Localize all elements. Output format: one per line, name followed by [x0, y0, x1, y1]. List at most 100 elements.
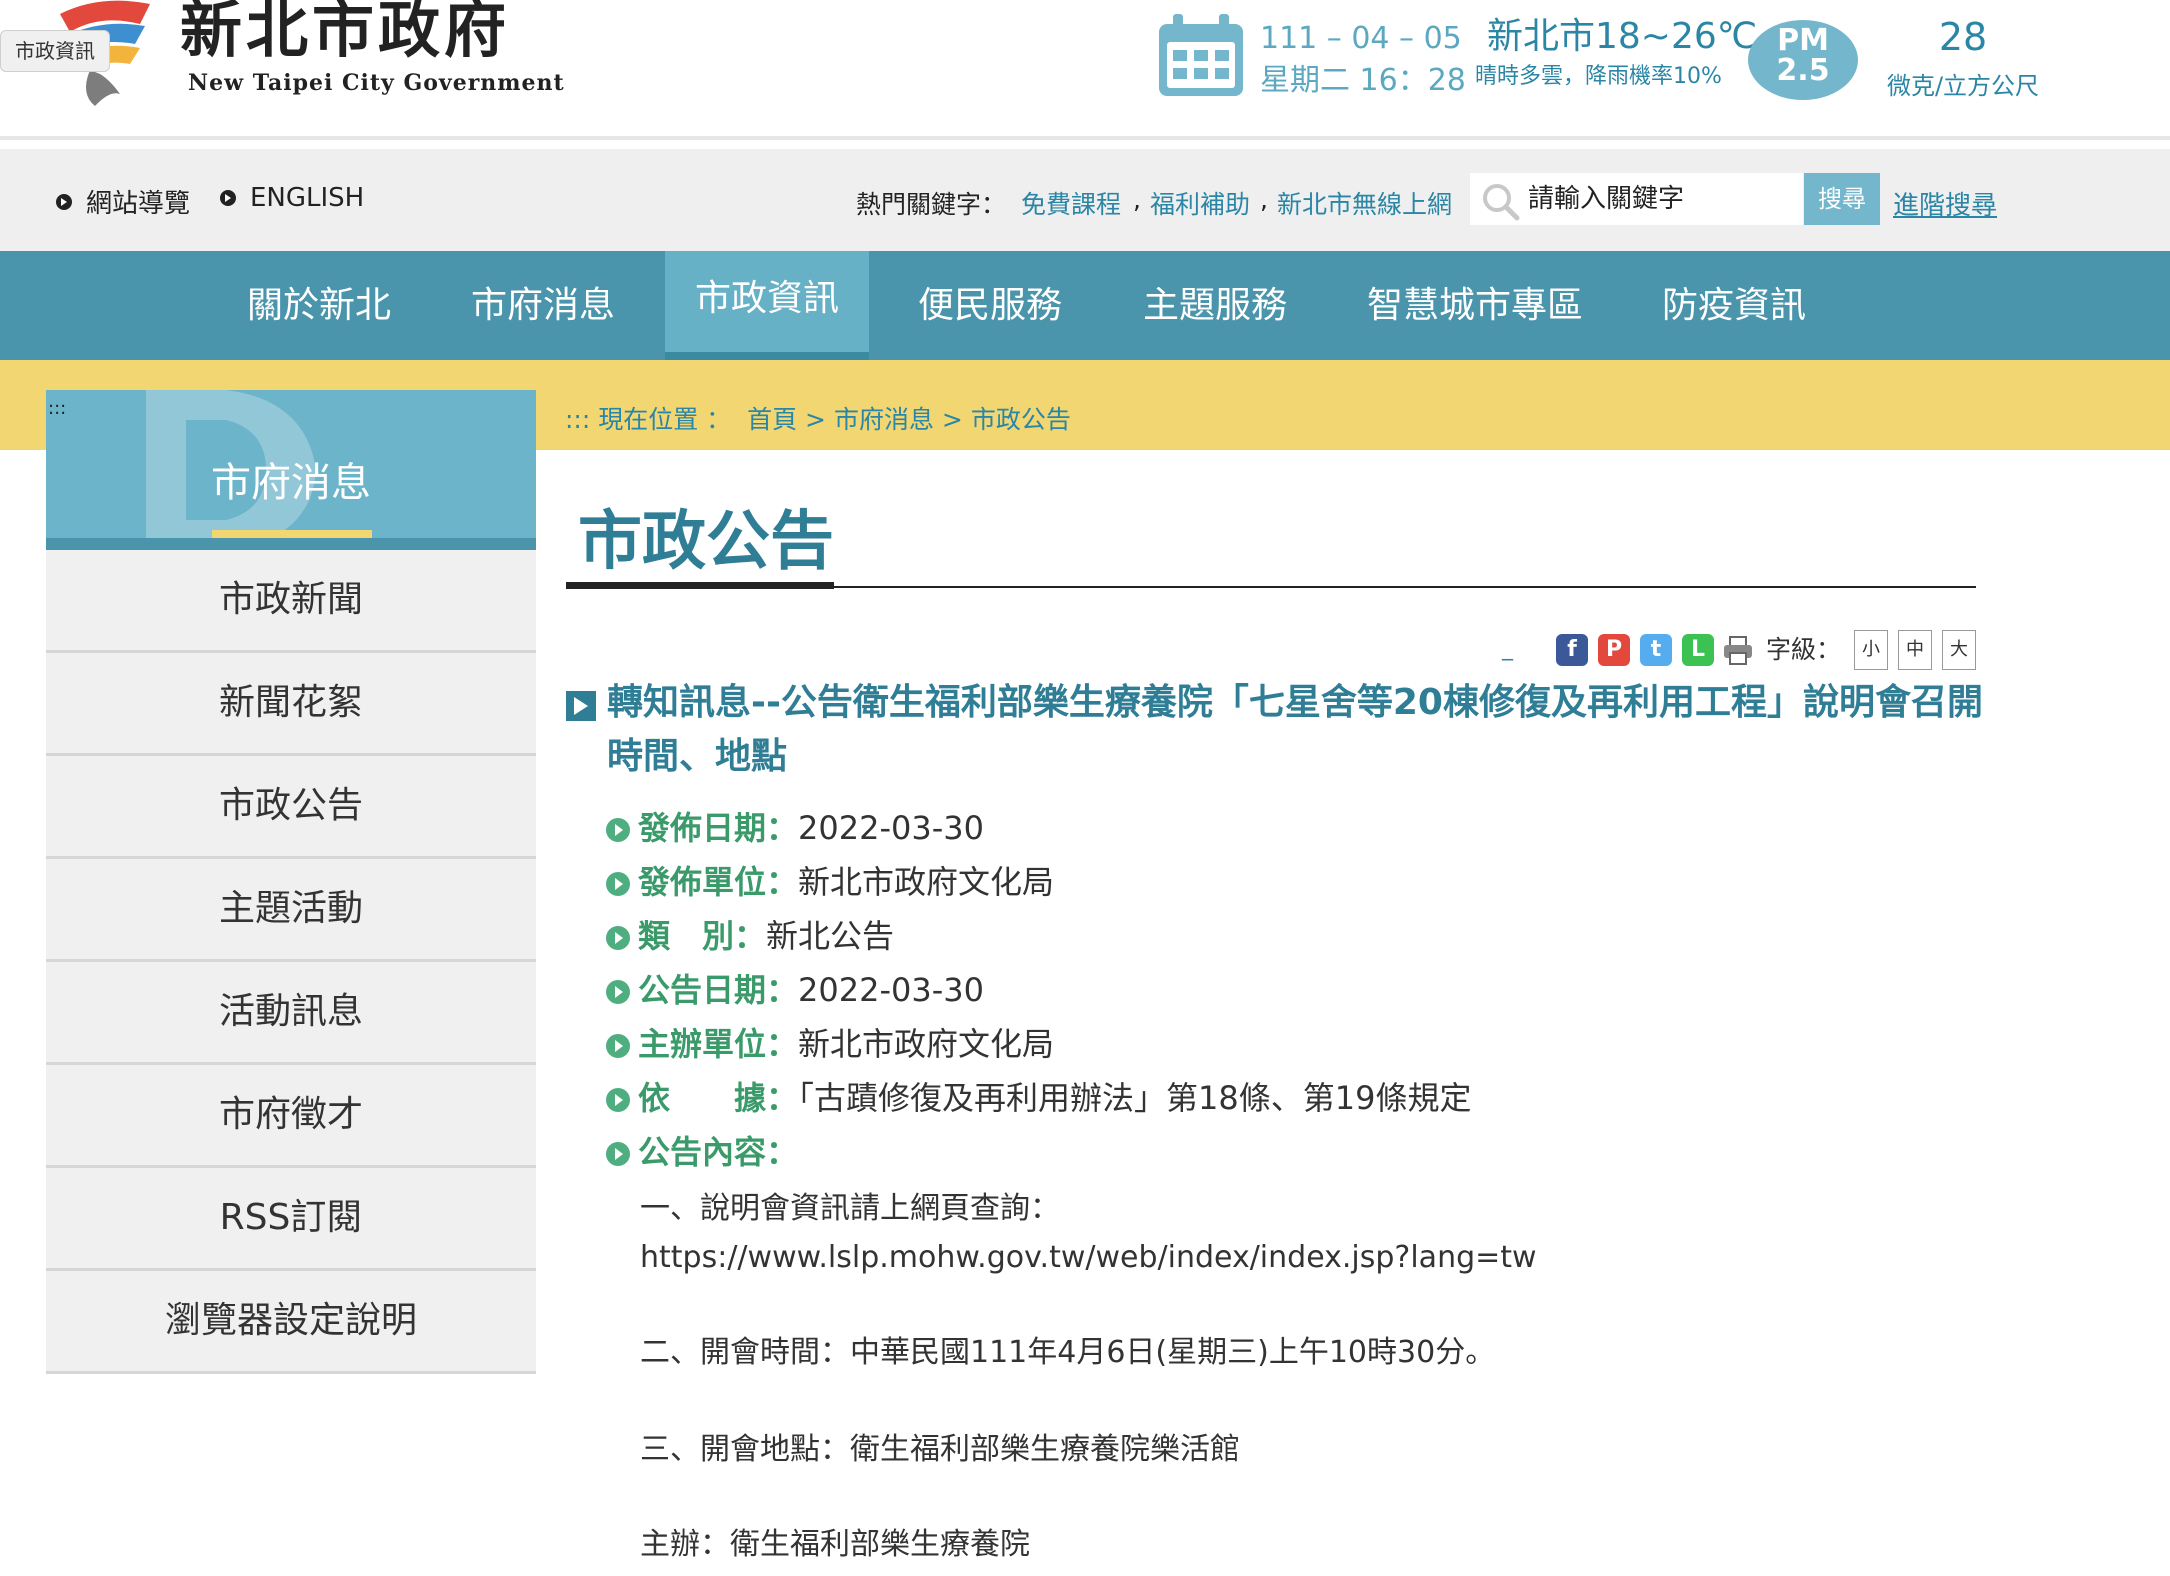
sidebar-header-bottom-bar [46, 538, 536, 550]
search-button[interactable]: 搜尋 [1804, 173, 1880, 225]
body-url-link[interactable]: https://www.lslp.mohw.gov.tw/web/index/i… [640, 1238, 1537, 1278]
keyword-separator: , [1260, 185, 1268, 214]
print-icon[interactable] [1722, 634, 1754, 666]
bullet-arrow-icon [220, 190, 236, 206]
sidebar-item-browser-settings[interactable]: 瀏覽器設定說明 [46, 1271, 536, 1374]
font-size-large-button[interactable]: 大 [1942, 630, 1976, 670]
english-link[interactable]: ENGLISH [220, 183, 364, 213]
main-nav: 關於新北 市府消息 市政資訊 便民服務 主題服務 智慧城市專區 防疫資訊 [0, 251, 2170, 360]
meta-bullet-icon [606, 1088, 630, 1112]
body-paragraph: 主辦：衛生福利部樂生療養院 [640, 1527, 1030, 1562]
nav-item-smart-city[interactable]: 智慧城市專區 [1367, 251, 1583, 360]
english-label: ENGLISH [250, 183, 365, 213]
meta-label: 公告內容： [638, 1133, 799, 1171]
twitter-share-icon[interactable]: t [1640, 634, 1672, 666]
nav-item-news[interactable]: 市府消息 [471, 251, 615, 360]
sidebar-item-announcements[interactable]: 市政公告 [46, 756, 536, 859]
calendar-icon [1159, 14, 1243, 96]
sitemap-label: 網站導覽 [86, 189, 191, 219]
sitemap-link[interactable]: 網站導覽 [56, 183, 190, 220]
meta-label: 依 據： [638, 1079, 799, 1117]
nav-item-city-info[interactable]: 市政資訊 [665, 251, 870, 360]
facebook-share-icon[interactable]: f [1556, 634, 1588, 666]
pm25-unit: 微克/立方公尺 [1886, 72, 2040, 100]
font-size-label: 字級： [1766, 635, 1842, 664]
meta-bullet-icon [606, 872, 630, 896]
sidebar-item-event-info[interactable]: 活動訊息 [46, 962, 536, 1065]
meta-bullet-icon [606, 1142, 630, 1166]
hot-keyword-link[interactable]: 免費課程 [1021, 185, 1121, 221]
meta-legal-basis: 依 據：「古蹟修復及再利用辦法」第18條、第19條規定 [606, 1078, 2006, 1118]
logo-title: 新北市政府 [180, 0, 511, 66]
meta-bullet-icon [606, 926, 630, 950]
weekday-time-text: 星期二 16：28 [1260, 63, 1466, 98]
site-header: 新北市政府 New Taipei City Government 市政資訊 11… [0, 0, 2170, 140]
toolbar-dash: _ [1502, 636, 1513, 661]
meta-category: 類 別：新北公告 [606, 916, 2006, 956]
line-share-icon[interactable]: L [1682, 634, 1714, 666]
title-divider-accent [566, 582, 834, 589]
meta-label: 公告日期： [638, 971, 799, 1009]
pm25-label: PM 2.5 [1748, 26, 1858, 86]
font-size-small-button[interactable]: 小 [1854, 630, 1888, 670]
nav-item-topics[interactable]: 主題服務 [1143, 251, 1287, 360]
pm25-label-line2: 2.5 [1776, 53, 1830, 88]
utility-bar: 網站導覽 ENGLISH 熱門關鍵字： 免費課程 , 福利補助 , 新北市無線上… [0, 149, 2170, 251]
pm25-widget[interactable]: PM 2.5 28 微克/立方公尺 [1748, 12, 2048, 102]
meta-value: 新北市政府文化局 [798, 863, 1055, 901]
breadcrumb-prefix: ::: 現在位置 ： [565, 405, 732, 434]
body-paragraph: 一、說明會資訊請上網頁查詢： [640, 1191, 1060, 1226]
meta-label: 發佈單位： [638, 863, 799, 901]
meta-value: 2022-03-30 [798, 971, 984, 1009]
logo-subtitle: New Taipei City Government [188, 70, 565, 96]
sidebar-title: 市府消息 [211, 460, 371, 506]
sidebar-item-rss[interactable]: RSS訂閱 [46, 1168, 536, 1271]
sidebar-list: 市政新聞 新聞花絮 市政公告 主題活動 活動訊息 市府徵才 RSS訂閱 瀏覽器設… [46, 550, 536, 1374]
header-divider [0, 136, 2170, 140]
sidebar-item-city-news[interactable]: 市政新聞 [46, 550, 536, 653]
sidebar-item-themed-events[interactable]: 主題活動 [46, 859, 536, 962]
meta-bullet-icon [606, 980, 630, 1004]
meta-publish-unit: 發佈單位：新北市政府文化局 [606, 862, 2006, 902]
article-toolbar: _ f P t L 字級： 小 中 大 [1500, 628, 1980, 672]
meta-bullet-icon [606, 818, 630, 842]
meta-publish-date: 發佈日期：2022-03-30 [606, 808, 2006, 848]
meta-value: 新北市政府文化局 [798, 1025, 1055, 1063]
meta-value: 新北公告 [766, 917, 895, 955]
meta-label: 主辦單位： [638, 1025, 799, 1063]
meta-value: 2022-03-30 [798, 809, 984, 847]
hot-keyword-link[interactable]: 新北市無線上網 [1277, 185, 1452, 221]
nav-item-about[interactable]: 關於新北 [247, 251, 391, 360]
sidebar-anchor-dots: ::: [48, 398, 67, 419]
date-time-widget: 111 – 04 – 05 星期二 16：28 [1155, 6, 1466, 101]
meta-label: 類 別： [638, 917, 767, 955]
plurk-share-icon[interactable]: P [1598, 634, 1630, 666]
section-tag-chip: 市政資訊 [0, 30, 110, 72]
body-paragraph: 二、開會時間：中華民國111年4月6日(星期三)上午10時30分。 [640, 1335, 1496, 1370]
nav-item-services[interactable]: 便民服務 [918, 251, 1062, 360]
breadcrumb-item-announcements[interactable]: 市政公告 [971, 405, 1071, 434]
search-box [1470, 173, 1803, 225]
breadcrumb-item-news[interactable]: 市府消息 [834, 405, 934, 434]
meta-content-heading: 公告內容： [606, 1132, 2006, 1172]
search-input[interactable] [1528, 173, 1798, 225]
article-title-arrow-icon [566, 691, 596, 721]
sidebar-item-recruitment[interactable]: 市府徵才 [46, 1065, 536, 1168]
meta-announce-date: 公告日期：2022-03-30 [606, 970, 2006, 1010]
hot-keyword-link[interactable]: 福利補助 [1150, 185, 1250, 221]
body-paragraph: 三、開會地點：衛生福利部樂生療養院樂活館 [640, 1432, 1240, 1467]
search-icon [1483, 184, 1520, 221]
article-title: 轉知訊息--公告衛生福利部樂生療養院「七星舍等20棟修復及再利用工程」說明會召開… [607, 682, 1983, 777]
page-title: 市政公告 [578, 505, 834, 579]
font-size-medium-button[interactable]: 中 [1898, 630, 1932, 670]
breadcrumb-item-home[interactable]: 首頁 [747, 405, 797, 434]
sidebar-item-news-highlights[interactable]: 新聞花絮 [46, 653, 536, 756]
breadcrumb-separator: > [941, 405, 963, 434]
meta-value: 「古蹟修復及再利用辦法」第18條、第19條規定 [798, 1079, 1472, 1117]
weather-widget[interactable]: 新北市18~26℃ 晴時多雲，降雨機率10% [1475, 14, 1757, 104]
nav-item-epidemic[interactable]: 防疫資訊 [1662, 251, 1806, 360]
keyword-separator: , [1133, 185, 1141, 214]
meta-bullet-icon [606, 1034, 630, 1058]
breadcrumb: ::: 現在位置 ： 首頁 > 市府消息 > 市政公告 [565, 400, 1071, 436]
advanced-search-link[interactable]: 進階搜尋 [1893, 185, 1997, 222]
